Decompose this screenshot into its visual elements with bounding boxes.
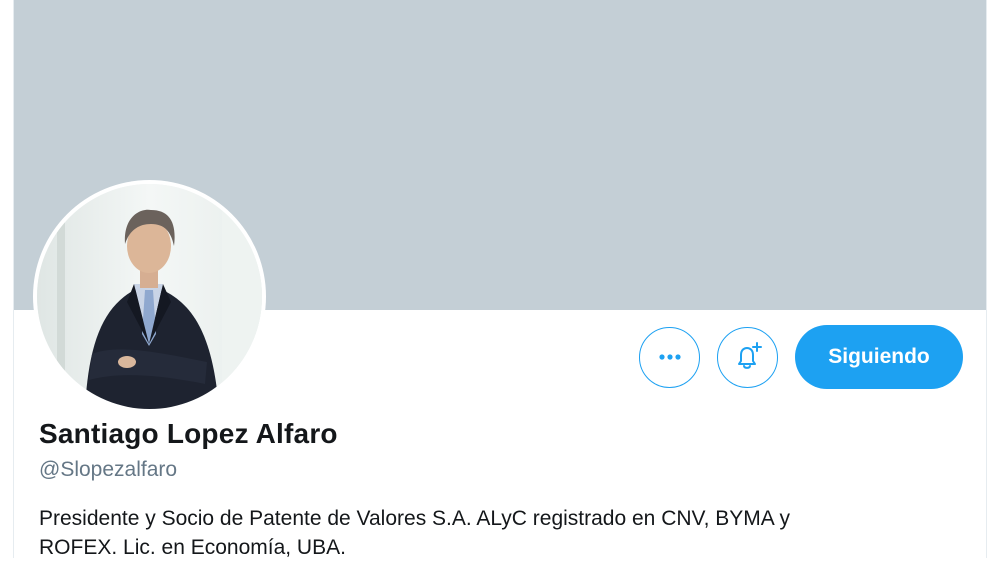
more-button[interactable] [639,326,700,388]
avatar[interactable] [37,184,262,409]
bio-line: Presidente y Socio de Patente de Valores… [39,507,790,530]
profile-card: Siguiendo Santiago Lopez Alfaro @Slopeza… [13,0,987,559]
profile-name: Santiago Lopez Alfaro [39,418,338,449]
profile-bio: Presidente y Socio de Patente de Valores… [39,504,939,562]
following-button[interactable]: Siguiendo [795,325,963,389]
more-dots-icon [658,354,681,360]
profile-handle: @Slopezalfaro [39,458,178,481]
notifications-button[interactable] [717,326,778,388]
following-button-label: Siguiendo [828,345,930,368]
profile-actions: Siguiendo [639,325,963,389]
avatar-photo [37,184,262,409]
bell-plus-icon [737,342,762,369]
page: Siguiendo Santiago Lopez Alfaro @Slopeza… [0,0,992,559]
